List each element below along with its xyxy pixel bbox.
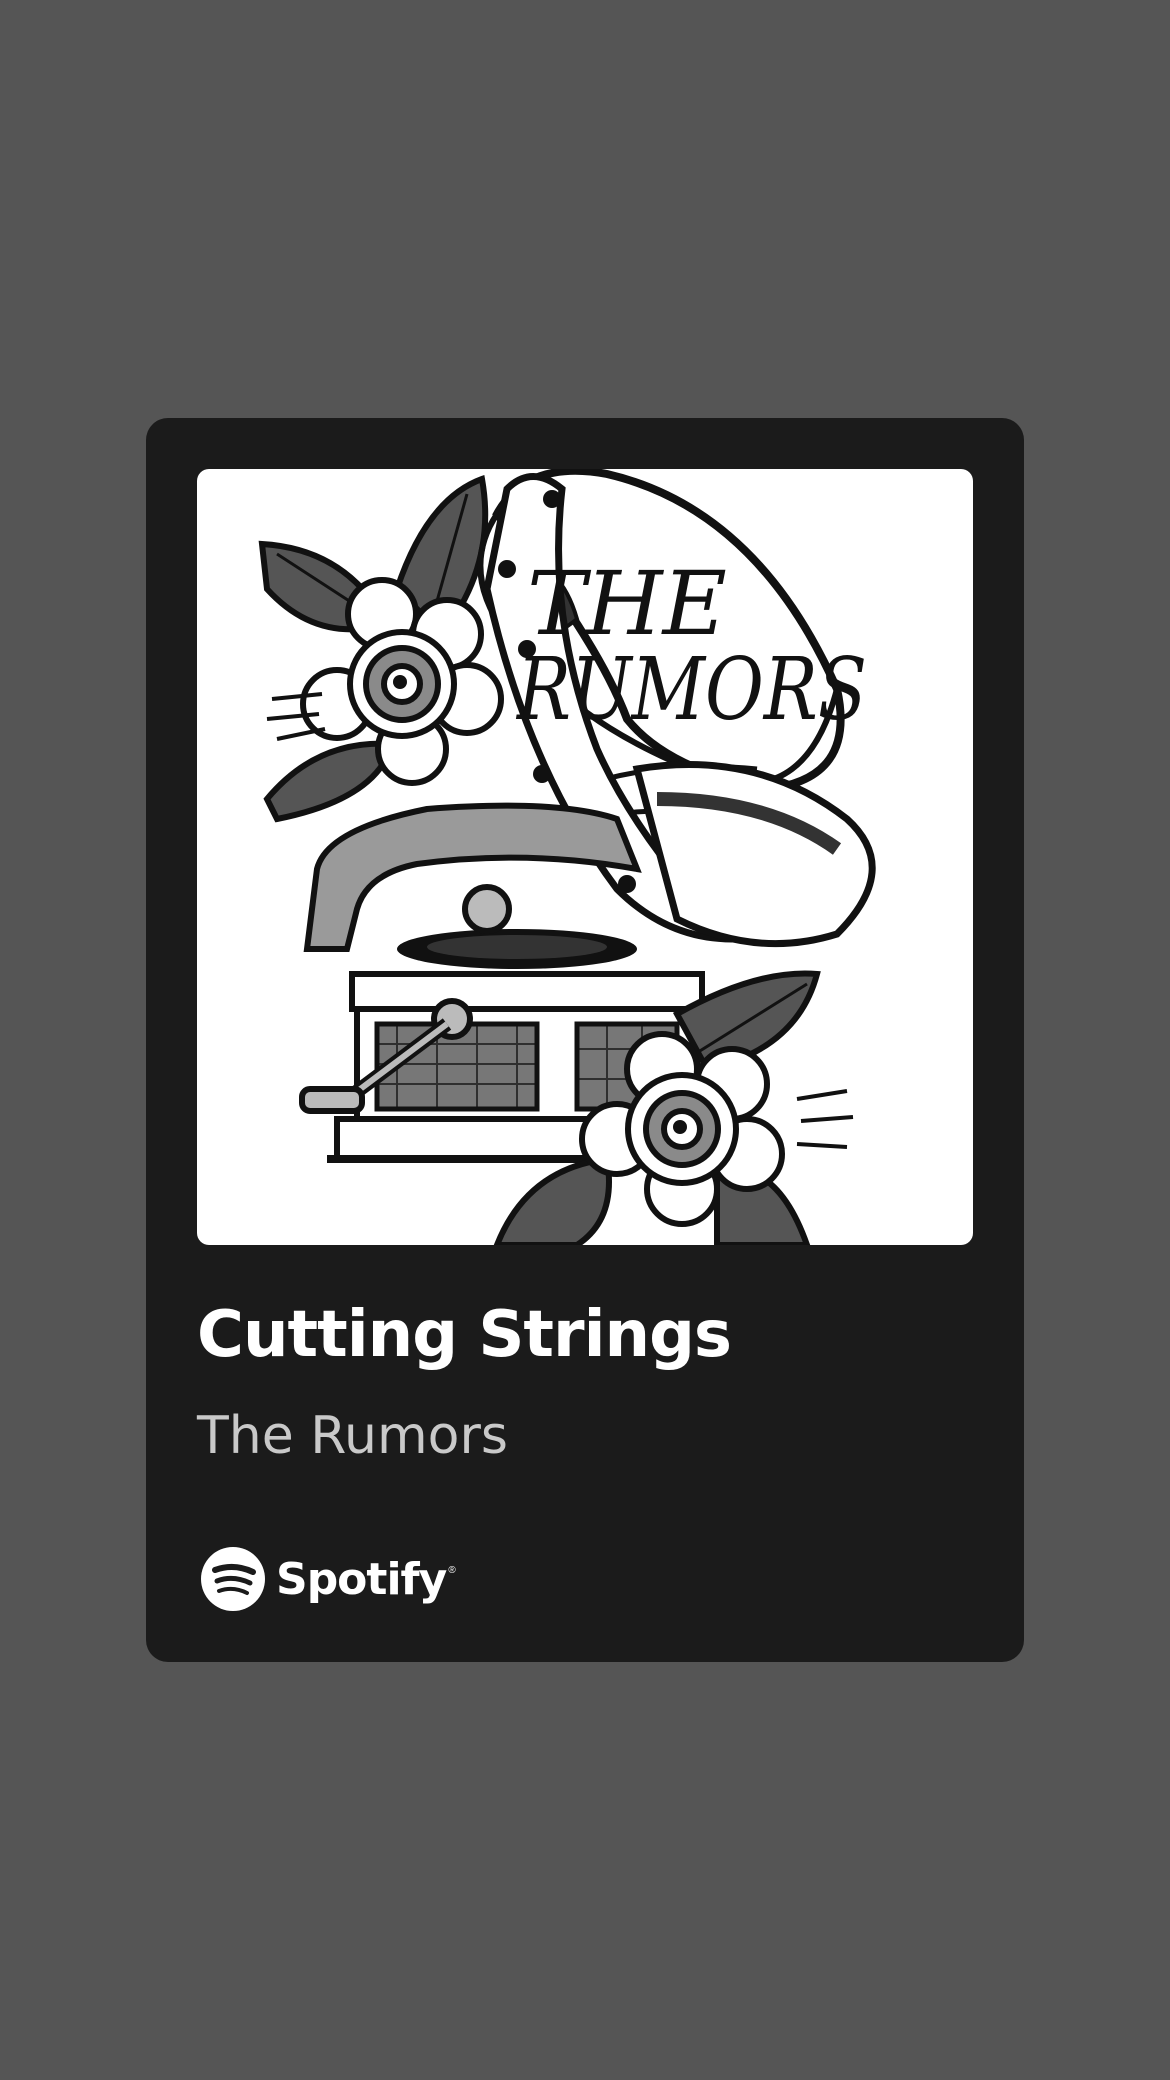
- album-artwork: THE RUMORS: [197, 469, 973, 1245]
- track-card[interactable]: THE RUMORS Cutting Strings The Rumors Sp…: [146, 418, 1024, 1662]
- track-title: Cutting Strings: [197, 1298, 732, 1372]
- spotify-logo-icon: [201, 1547, 265, 1611]
- registered-mark: ®: [448, 1564, 456, 1576]
- gramophone-illustration: THE RUMORS: [258, 469, 876, 1245]
- spotify-wordmark: Spotify: [276, 1553, 447, 1605]
- artist-name[interactable]: The Rumors: [197, 1406, 508, 1466]
- spotify-brand[interactable]: Spotify ®: [200, 1546, 456, 1612]
- artwork-logo-line2: RUMORS: [515, 640, 867, 740]
